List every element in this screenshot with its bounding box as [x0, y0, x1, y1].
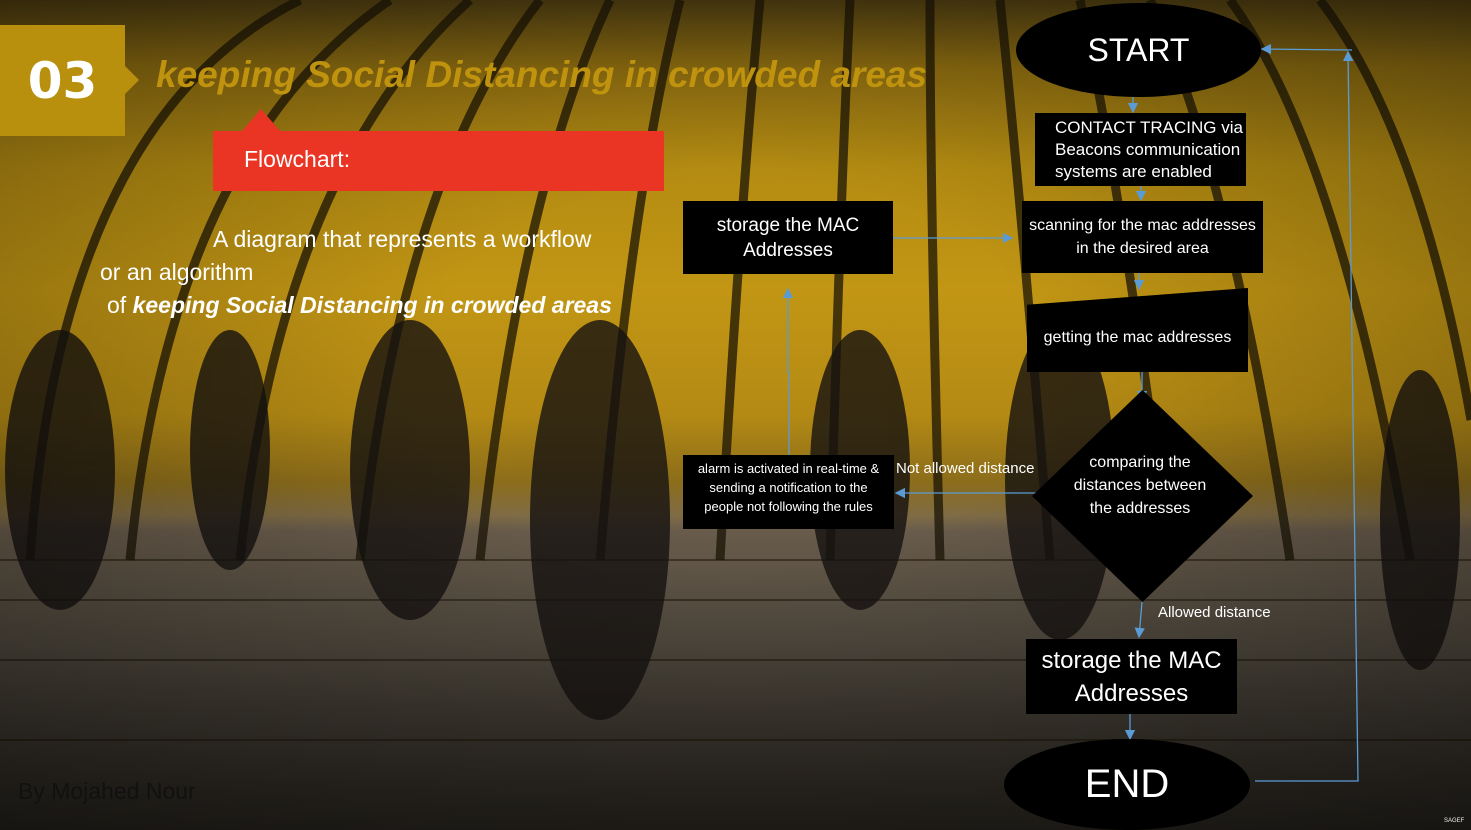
flowchart-connectors — [782, 43, 1359, 782]
alarm-node: alarm is activated in real-time & sendin… — [683, 455, 894, 529]
storage-bottom-node: storage the MAC Addresses — [1026, 639, 1237, 714]
end-node: END — [1004, 739, 1250, 830]
start-node: START — [1016, 3, 1261, 97]
compare-decision-text: comparing the distances between the addr… — [1073, 454, 1207, 517]
scanning-node: scanning for the mac addresses in the de… — [1022, 201, 1263, 273]
allowed-label: Allowed distance — [1158, 604, 1271, 621]
not-allowed-label: Not allowed distance — [896, 460, 1035, 477]
contact-tracing-node: CONTACT TRACING via Beacons communicatio… — [1035, 113, 1246, 186]
storage-top-node: storage the MAC Addresses — [683, 201, 893, 274]
